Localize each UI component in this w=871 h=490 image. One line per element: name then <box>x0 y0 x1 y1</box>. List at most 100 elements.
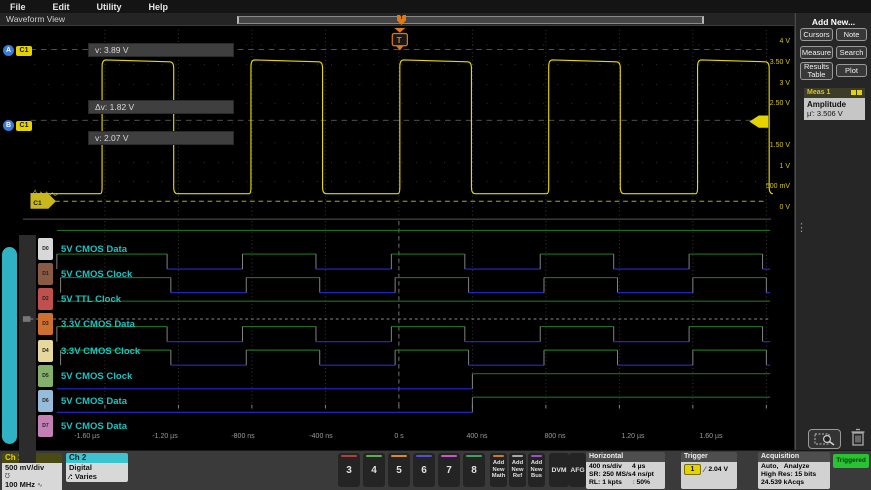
ch2-threshold: ∕: Varies <box>69 473 125 482</box>
channel-color-stripe <box>466 455 482 457</box>
trigger-level-arrow[interactable] <box>749 116 768 128</box>
digital-channel-row-d3[interactable]: D3 3.3V CMOS Data <box>38 312 135 336</box>
add-button-stripe <box>512 455 523 457</box>
oscilloscope-app: FileEditUtilityHelp Waveform View T C1T … <box>0 0 871 490</box>
ch1-scale: 500 mV/div <box>5 464 59 473</box>
digital-channel-row-d6[interactable]: D65V CMOS Data <box>38 389 127 413</box>
add-new-bus-button[interactable]: Add New Bus <box>528 453 545 487</box>
cursor-b-source-badge[interactable]: C1 <box>16 121 32 131</box>
digital-channel-row-d2[interactable]: D25V TTL Clock <box>38 287 121 311</box>
channel-button-label: 5 <box>396 465 402 476</box>
digital-channel-badge-d5[interactable]: D5 <box>38 365 53 387</box>
channel-8-button[interactable]: 8 <box>463 453 485 487</box>
digital-group-handle[interactable] <box>2 247 17 444</box>
group-separator-handle[interactable] <box>23 316 31 322</box>
digital-channel-badge-d6[interactable]: D6 <box>38 390 53 412</box>
menu-item-edit[interactable]: Edit <box>53 2 70 12</box>
horizontal-title: Horizontal <box>586 452 665 462</box>
add-button-stripe <box>531 455 542 457</box>
trigger-status-indicator: Triggered <box>833 454 869 468</box>
add-new-math-button[interactable]: Add New Math <box>490 453 507 487</box>
channel-button-label: 4 <box>371 465 377 476</box>
time-label: -800 ns <box>231 433 254 440</box>
channel-button-label: 3 <box>346 465 352 476</box>
measurement-badge-meas1[interactable]: Meas 1 Amplitude µ': 3.506 V <box>804 88 865 120</box>
horizontal-value: 400 ns/div <box>589 463 632 471</box>
digital-channel-label: 5V CMOS Data <box>61 421 127 432</box>
channel-5-button[interactable]: 5 <box>388 453 410 487</box>
cursor-a-source-badge[interactable]: C1 <box>16 46 32 56</box>
voltage-label: 500 mV <box>766 183 790 190</box>
digital-channel-badge-d0[interactable]: D0 <box>38 238 53 260</box>
panel-resize-grip[interactable]: ⋮ <box>796 225 807 231</box>
cursor-b-readout: v: 2.07 V <box>88 131 234 145</box>
trigger-position-caret <box>394 28 405 33</box>
channel-color-stripe <box>416 455 432 457</box>
cursor-b-badges[interactable]: B C1 <box>3 120 32 131</box>
results-panel: Add New... CursorsNoteMeasureSearchResul… <box>795 13 871 450</box>
digital-channel-row-d5[interactable]: D5 5V CMOS Clock <box>38 364 132 388</box>
voltage-label: 3 V <box>779 80 790 87</box>
horizontal-overview-bar[interactable]: T <box>237 16 704 24</box>
trigger-level: 2.04 V <box>708 466 728 473</box>
time-label: -1.20 µs <box>152 433 177 440</box>
voltage-label: 0 V <box>779 204 790 211</box>
menu-item-utility[interactable]: Utility <box>97 2 122 12</box>
digital-channel-row-d0[interactable]: D0 5V CMOS Data <box>38 237 127 261</box>
note-button[interactable]: Note <box>836 28 867 41</box>
digital-channel-label: 3.3V CMOS Data <box>61 319 135 330</box>
channel2-badge[interactable]: Ch 2 Digital ∕: Varies <box>66 453 128 482</box>
digital-channel-badge-d4[interactable]: D4 <box>38 340 53 362</box>
add-button-label: Add New Bus <box>531 460 543 479</box>
time-label: 800 ns <box>544 433 565 440</box>
digital-channel-label: 5V CMOS Data <box>61 244 127 255</box>
bandwidth-icon: ∿ <box>37 482 42 489</box>
plot-button[interactable]: Plot <box>836 64 867 77</box>
menu-item-help[interactable]: Help <box>149 2 169 12</box>
horizontal-value: ↕50% <box>632 479 650 487</box>
channel-6-button[interactable]: 6 <box>413 453 435 487</box>
digital-channel-badge-d7[interactable]: D7 <box>38 415 53 437</box>
channel-color-stripe <box>341 455 357 457</box>
ch1-bandwidth: 100 MHz ∿ <box>5 481 59 490</box>
add-new-ref-button[interactable]: Add New Ref <box>509 453 526 487</box>
cursor-delta-readout: Δv: 1.82 V <box>88 100 234 114</box>
search-button[interactable]: Search <box>836 46 867 59</box>
dvm-button[interactable]: DVM <box>549 453 569 487</box>
channel-7-button[interactable]: 7 <box>438 453 460 487</box>
cursor-b-icon[interactable]: B <box>3 120 14 131</box>
cursor-a-icon[interactable]: A <box>3 45 14 56</box>
results-table-button[interactable]: Results Table <box>800 62 833 80</box>
acquisition-badge[interactable]: Acquisition Auto, AnalyzeHigh Res: 15 bi… <box>758 452 830 489</box>
channel-4-button[interactable]: 4 <box>363 453 385 487</box>
meas-indicator-icon <box>857 90 862 95</box>
waveform-view-title: Waveform View <box>6 14 65 24</box>
digital-channel-row-d4[interactable]: D43.3V CMOS Clock <box>38 339 140 363</box>
digital-channel-badge-d1[interactable]: D1 <box>38 263 53 285</box>
channel-3-button[interactable]: 3 <box>338 453 360 487</box>
digital-channel-row-d1[interactable]: D1 5V CMOS Clock <box>38 262 132 286</box>
cursors-button[interactable]: Cursors <box>800 28 833 41</box>
acquisition-row: Auto, Analyze <box>761 463 827 471</box>
time-label: -400 ns <box>309 433 332 440</box>
voltage-label: 2.50 V <box>770 100 790 107</box>
magnifier-icon <box>814 433 836 446</box>
horizontal-row: SR: 250 MS/s4 ns/pt <box>589 471 662 479</box>
trash-button[interactable] <box>850 428 866 448</box>
menu-item-file[interactable]: File <box>10 2 26 12</box>
cursor-a-badges[interactable]: A C1 <box>3 45 32 56</box>
digital-channel-badge-d3[interactable]: D3 <box>38 313 53 335</box>
digital-channel-label: 5V CMOS Clock <box>61 269 132 280</box>
digital-channel-badge-d2[interactable]: D2 <box>38 288 53 310</box>
horizontal-badge[interactable]: Horizontal 400 ns/div4 µsSR: 250 MS/s4 n… <box>586 452 665 489</box>
zoom-mode-button[interactable] <box>808 429 841 449</box>
horizontal-value: RL: 1 kpts <box>589 479 632 487</box>
trigger-position-marker[interactable]: T <box>397 15 406 25</box>
time-label: 1.60 µs <box>699 433 722 440</box>
trigger-badge[interactable]: Trigger 1 ∕ 2.04 V <box>681 452 737 489</box>
digital-channel-row-d7[interactable]: D7 5V CMOS Data <box>38 414 127 438</box>
measure-button[interactable]: Measure <box>800 46 833 59</box>
time-label: 1.20 µs <box>621 433 644 440</box>
digital-channel-label: 5V CMOS Clock <box>61 371 132 382</box>
afg-button[interactable]: AFG <box>569 453 586 487</box>
